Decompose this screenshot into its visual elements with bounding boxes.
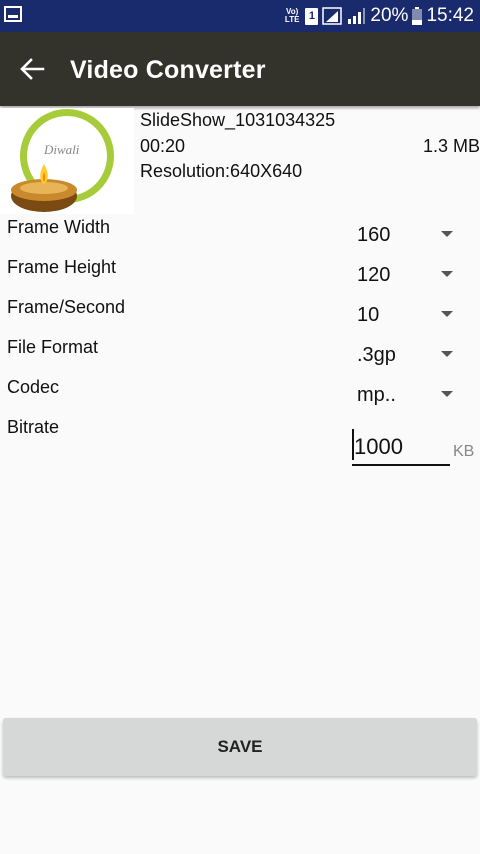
signal-sim1-icon [322,7,343,25]
chevron-down-icon [441,231,453,237]
text-cursor [352,429,354,460]
video-thumbnail: Diwali [0,108,134,214]
chevron-down-icon [441,391,453,397]
app-toolbar: Video Converter [0,32,480,106]
file-format-value: .3gp [357,344,396,366]
file-format-label: File Format [7,337,99,357]
back-arrow-icon[interactable] [18,55,46,83]
frame-rate-label: Frame/Second [7,297,126,317]
frame-width-label: Frame Width [7,217,111,237]
frame-height-label: Frame Height [7,257,117,277]
codec-label: Codec [7,377,60,397]
battery-percent: 20% [370,5,409,26]
page-title: Video Converter [70,56,266,84]
chevron-down-icon [441,271,453,277]
video-duration: 00:20 [140,136,186,156]
save-button[interactable]: SAVE [3,718,477,776]
signal-sim2-icon [348,8,366,24]
video-resolution: Resolution:640X640 [140,161,303,181]
sim-icon: 1 [305,7,319,25]
screenshot-notification-icon [4,6,22,22]
svg-text:Diwali: Diwali [43,142,80,157]
bitrate-input[interactable] [352,430,450,466]
chevron-down-icon [441,311,453,317]
status-bar: Vo) LTE 1 20% 15:42 [0,0,480,32]
bitrate-label: Bitrate [7,417,60,437]
frame-height-value: 120 [357,264,391,286]
frame-rate-value: 10 [357,304,380,326]
video-name: SlideShow_1031034325 [140,110,336,130]
frame-width-value: 160 [357,224,391,246]
bitrate-unit: KB [453,443,475,460]
clock: 15:42 [426,5,474,26]
chevron-down-icon [441,351,453,357]
volte-icon: Vo) LTE [284,7,300,24]
battery-icon [412,7,423,25]
codec-value: mp.. [357,384,396,406]
video-size: 1.3 MB [422,136,480,156]
